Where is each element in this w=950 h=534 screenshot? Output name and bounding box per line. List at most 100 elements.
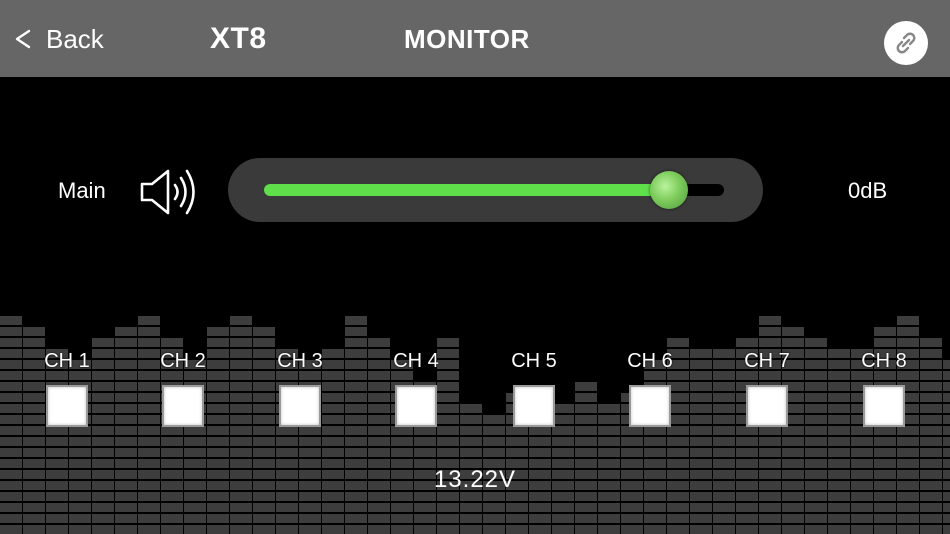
meter-segment (92, 437, 114, 446)
channel-7[interactable]: CH 7 (722, 349, 812, 427)
meter-segment (115, 514, 137, 523)
meter-segment (759, 327, 781, 336)
meter-segment (506, 514, 528, 523)
meter-segment (230, 404, 252, 413)
meter-segment (552, 525, 574, 534)
meter-segment (874, 338, 896, 347)
meter-segment (621, 426, 643, 435)
meter-segment (138, 525, 160, 534)
meter-segment (575, 525, 597, 534)
channel-1[interactable]: CH 1 (22, 349, 112, 427)
meter-segment (644, 437, 666, 446)
meter-segment (161, 525, 183, 534)
meter-segment (207, 503, 229, 512)
meter-segment (345, 514, 367, 523)
meter-segment (322, 525, 344, 534)
meter-segment (299, 525, 321, 534)
meter-segment (115, 349, 137, 358)
meter-segment (345, 426, 367, 435)
meter-segment (897, 525, 919, 534)
device-name: XT8 (210, 22, 267, 55)
meter-segment (874, 327, 896, 336)
channel-6[interactable]: CH 6 (605, 349, 695, 427)
meter-segment (529, 503, 551, 512)
channel-5[interactable]: CH 5 (489, 349, 579, 427)
meter-segment (0, 415, 22, 424)
meter-segment (667, 514, 689, 523)
meter-segment (782, 448, 804, 457)
channel-label: CH 1 (44, 350, 90, 372)
meter-segment (253, 327, 275, 336)
meter-segment (943, 382, 950, 391)
meter-segment (897, 338, 919, 347)
meter-segment (391, 437, 413, 446)
link-button[interactable] (884, 21, 928, 65)
meter-segment (115, 371, 137, 380)
meter-segment (736, 338, 758, 347)
main-volume-slider[interactable] (228, 158, 763, 222)
meter-segment (276, 514, 298, 523)
meter-segment (782, 514, 804, 523)
channel-4[interactable]: CH 4 (371, 349, 461, 427)
channel-label: CH 2 (160, 350, 206, 372)
meter-segment (0, 316, 22, 325)
meter-segment (0, 338, 22, 347)
meter-segment (851, 448, 873, 457)
meter-segment (69, 448, 91, 457)
meter-segment (391, 448, 413, 457)
channel-toggle-box[interactable] (746, 385, 788, 427)
meter-segment (437, 514, 459, 523)
meter-segment (253, 448, 275, 457)
meter-segment (207, 338, 229, 347)
meter-segment (690, 448, 712, 457)
meter-segment (414, 503, 436, 512)
meter-segment (644, 426, 666, 435)
meter-segment (46, 437, 68, 446)
meter-segment (874, 426, 896, 435)
meter-segment (483, 525, 505, 534)
back-button[interactable]: Back (14, 22, 104, 56)
meter-segment (345, 448, 367, 457)
meter-segment (805, 426, 827, 435)
meter-segment (874, 503, 896, 512)
meter-segment (0, 349, 22, 358)
speaker-icon (140, 169, 195, 215)
channel-toggle-box[interactable] (863, 385, 905, 427)
meter-segment (207, 426, 229, 435)
channel-toggle-box[interactable] (395, 385, 437, 427)
meter-segment (276, 437, 298, 446)
meter-segment (621, 514, 643, 523)
meter-segment (920, 503, 942, 512)
meter-segment (690, 437, 712, 446)
meter-segment (437, 448, 459, 457)
meter-segment (23, 514, 45, 523)
meter-segment (230, 437, 252, 446)
meter-segment (828, 525, 850, 534)
channel-2[interactable]: CH 2 (138, 349, 228, 427)
meter-segment (851, 426, 873, 435)
channel-toggle-box[interactable] (162, 385, 204, 427)
slider-knob[interactable] (650, 171, 688, 209)
meter-segment (0, 448, 22, 457)
channel-8[interactable]: CH 8 (839, 349, 929, 427)
meter-segment (299, 437, 321, 446)
channel-toggle-box[interactable] (279, 385, 321, 427)
channel-3[interactable]: CH 3 (255, 349, 345, 427)
meter-segment (713, 448, 735, 457)
meter-segment (598, 525, 620, 534)
meter-segment (345, 393, 367, 402)
channel-toggle-box[interactable] (513, 385, 555, 427)
meter-segment (92, 525, 114, 534)
channel-toggle-box[interactable] (629, 385, 671, 427)
meter-segment (805, 503, 827, 512)
meter-segment (23, 338, 45, 347)
meter-segment (759, 437, 781, 446)
meter-segment (460, 437, 482, 446)
meter-segment (0, 404, 22, 413)
meter-segment (253, 338, 275, 347)
meter-segment (184, 426, 206, 435)
meter-segment (184, 503, 206, 512)
meter-segment (92, 514, 114, 523)
meter-segment (897, 448, 919, 457)
channel-toggle-box[interactable] (46, 385, 88, 427)
